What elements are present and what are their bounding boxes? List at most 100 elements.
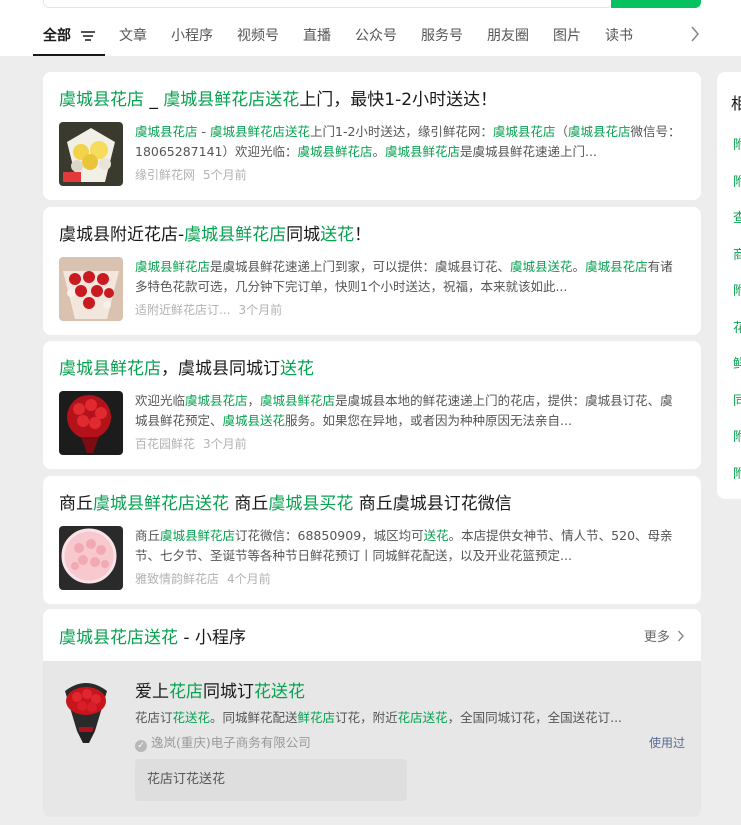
miniprogram-service-tag[interactable]: 花店订花送花 — [135, 759, 407, 801]
highlighted-keyword: 花店送花 — [397, 710, 448, 725]
text-segment: 同城 — [286, 225, 321, 245]
verified-icon: ✓ — [135, 740, 147, 752]
highlighted-keyword: 虞城县鲜花店 — [59, 359, 161, 379]
highlighted-keyword: 花店 — [169, 682, 203, 702]
tab-label: 读书 — [605, 28, 633, 44]
related-search-item[interactable]: 鲜 — [733, 353, 741, 372]
tab-2[interactable]: 小程序 — [171, 18, 213, 56]
highlighted-keyword: 虞城县花店 — [585, 259, 648, 274]
related-search-item[interactable]: 同 — [733, 390, 741, 409]
search-result-card[interactable]: 商丘虞城县鲜花店送花 商丘虞城县买花 商丘虞城县订花微信 商丘虞城县鲜花店订花微信… — [43, 476, 701, 604]
miniprogram-description: 花店订花送花。同城鲜花配送鲜花店订花，附近花店送花，全国同城订花，全国送花订..… — [135, 707, 685, 726]
search-result-card[interactable]: 虞城县鲜花店，虞城县同城订送花欢迎光临虞城县花店，虞城县鲜花店是虞城县本地的鲜花… — [43, 341, 701, 469]
tab-label: 视频号 — [237, 28, 279, 44]
company-name: 逸岚(重庆)电子商务有限公司 — [151, 735, 311, 750]
tab-3[interactable]: 视频号 — [237, 18, 279, 56]
tab-7[interactable]: 朋友圈 — [487, 18, 529, 56]
text-segment: 。 — [572, 259, 586, 274]
result-title[interactable]: 商丘虞城县鲜花店送花 商丘虞城县买花 商丘虞城县订花微信 — [59, 492, 685, 516]
result-source[interactable]: 雅致情韵鲜花店 — [135, 572, 219, 586]
related-searches-panel: 相 附附查商附花鲜同附附 — [717, 72, 741, 499]
filter-icon[interactable] — [81, 19, 95, 41]
related-search-item[interactable]: 花 — [733, 317, 741, 336]
text-segment: 商丘 — [59, 494, 93, 514]
result-title[interactable]: 虞城县附近花店-虞城县鲜花店同城送花！ — [59, 223, 685, 247]
bouquet-icon — [59, 677, 113, 745]
text-segment: 商丘 — [135, 528, 161, 543]
result-source[interactable]: 适附近鲜花店订... — [135, 303, 230, 317]
result-title[interactable]: 虞城县鲜花店，虞城县同城订送花 — [59, 357, 685, 381]
tab-label: 朋友圈 — [487, 28, 529, 44]
highlighted-keyword: 虞城县鲜花店 — [184, 225, 287, 245]
miniprogram-section-title[interactable]: 虞城县花店送花 - 小程序 — [59, 623, 246, 648]
result-meta: 百花园鲜花 3个月前 — [135, 435, 685, 452]
result-thumbnail — [59, 526, 123, 590]
text-segment: ，虞城县同城订 — [161, 359, 280, 379]
tab-9[interactable]: 读书 — [605, 18, 633, 56]
highlighted-keyword: 虞城县鲜花店 — [260, 393, 336, 408]
highlighted-keyword: 虞城县送花 — [510, 259, 573, 274]
tab-label: 直播 — [303, 28, 331, 44]
related-panel-title: 相 — [731, 94, 741, 113]
text-segment: - 小程序 — [178, 627, 246, 648]
search-result-card[interactable]: 虞城县花店 _ 虞城县鲜花店送花上门，最快1-2小时送达！ 虞城县花店 - 虞城县… — [43, 72, 701, 200]
highlighted-keyword: 花送花 — [254, 682, 305, 702]
tab-6[interactable]: 服务号 — [421, 18, 463, 56]
tab-0[interactable]: 全部 — [33, 18, 105, 56]
used-badge: 使用过 — [648, 736, 685, 750]
more-button[interactable]: 更多 — [644, 626, 685, 645]
related-search-item[interactable]: 附 — [733, 134, 741, 153]
highlighted-keyword: 虞城县花店 — [135, 124, 198, 139]
text-segment: _ — [144, 90, 164, 110]
tab-4[interactable]: 直播 — [303, 18, 331, 56]
highlighted-keyword: 虞城县鲜花店送花 — [163, 90, 300, 110]
result-time: 4个月前 — [227, 572, 271, 586]
text-segment: 爱上 — [135, 682, 169, 702]
miniprogram-section: 虞城县花店送花 - 小程序 更多 爱上花店同城订花送花 花店订花送花。同城鲜花配… — [43, 609, 701, 817]
miniprogram-name[interactable]: 爱上花店同城订花送花 — [135, 677, 305, 702]
result-body: 虞城县花店 - 虞城县鲜花店送花上门1-2小时送达，缘引鲜花网：虞城县花店（虞城… — [59, 122, 685, 186]
chevron-right-icon[interactable] — [690, 26, 700, 46]
text-segment: （ — [555, 124, 568, 139]
text-segment: 上门1-2小时送达，缘引鲜花网： — [310, 124, 493, 139]
miniprogram-item[interactable]: 爱上花店同城订花送花 花店订花送花。同城鲜花配送鲜花店订花，附近花店送花，全国同… — [43, 661, 701, 817]
search-button[interactable] — [611, 0, 701, 8]
related-search-item[interactable]: 商 — [733, 244, 741, 263]
related-search-item[interactable]: 附 — [733, 463, 741, 482]
tab-label: 服务号 — [421, 28, 463, 44]
top-bar: 全部 文章 小程序 视频号 直播 公众号 服务号 朋友圈 图片 读书 — [0, 0, 741, 56]
result-time: 3个月前 — [203, 437, 247, 451]
tab-8[interactable]: 图片 — [553, 18, 581, 56]
result-title[interactable]: 虞城县花店 _ 虞城县鲜花店送花上门，最快1-2小时送达！ — [59, 88, 685, 112]
result-text: 虞城县鲜花店是虞城县鲜花速递上门到家，可以提供：虞城县订花、虞城县送花。虞城县花… — [135, 257, 685, 321]
highlighted-keyword: 虞城县花店 — [59, 90, 144, 110]
highlighted-keyword: 虞城县鲜花店 — [160, 528, 236, 543]
miniprogram-header: 虞城县花店送花 - 小程序 更多 — [43, 609, 701, 661]
result-source[interactable]: 缘引鲜花网 — [135, 168, 195, 182]
text-segment: ，全国同城订花，全国送花订... — [447, 710, 623, 725]
related-search-item[interactable]: 附 — [733, 171, 741, 190]
highlighted-keyword: 虞城县花店送花 — [59, 627, 178, 648]
result-text: 欢迎光临虞城县花店，虞城县鲜花店是虞城县本地的鲜花速递上门的花店，提供：虞城县订… — [135, 391, 685, 455]
result-body: 虞城县鲜花店是虞城县鲜花速递上门到家，可以提供：虞城县订花、虞城县送花。虞城县花… — [59, 257, 685, 321]
tab-label: 公众号 — [355, 28, 397, 44]
highlighted-keyword: 虞城县送花 — [222, 413, 286, 428]
result-source[interactable]: 百花园鲜花 — [135, 437, 195, 451]
related-search-item[interactable]: 查 — [733, 207, 741, 226]
result-meta: 适附近鲜花店订... 3个月前 — [135, 301, 685, 318]
text-segment: 订花，附近 — [335, 710, 398, 725]
tab-5[interactable]: 公众号 — [355, 18, 397, 56]
highlighted-keyword: 虞城县花店 — [567, 124, 631, 139]
search-input[interactable] — [43, 0, 613, 8]
text-segment: - — [197, 124, 210, 139]
search-result-card[interactable]: 虞城县附近花店-虞城县鲜花店同城送花！ 虞城县鲜花店是虞城县鲜花速递上门到家，可以… — [43, 207, 701, 335]
text-segment: 花店订 — [135, 710, 173, 725]
related-search-item[interactable]: 附 — [733, 426, 741, 445]
tab-label: 小程序 — [171, 28, 213, 44]
tab-label: 图片 — [553, 28, 581, 44]
related-search-item[interactable]: 附 — [733, 280, 741, 299]
tab-1[interactable]: 文章 — [119, 18, 147, 56]
result-thumbnail — [59, 391, 123, 455]
highlighted-keyword: 虞城县鲜花店送花 — [93, 494, 229, 514]
text-segment: 服务。如果您在异地，或者因为种种原因无法亲自... — [285, 413, 572, 428]
